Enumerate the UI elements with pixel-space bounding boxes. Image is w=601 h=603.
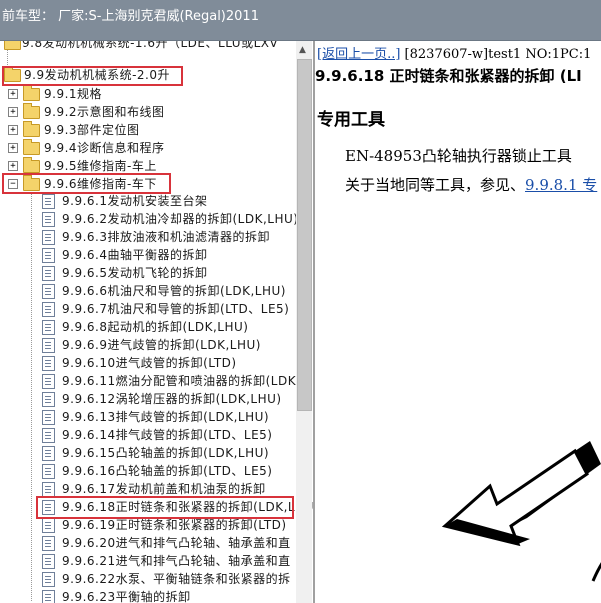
expand-icon[interactable]: + xyxy=(8,107,18,117)
document-icon xyxy=(42,572,55,587)
document-icon xyxy=(42,590,55,603)
reference-text: 关于当地同等工具，参见、 xyxy=(345,176,526,194)
document-icon xyxy=(42,374,55,389)
folder-icon xyxy=(23,157,40,173)
folder-icon xyxy=(23,139,40,155)
document-id: [8237607-w]test1 NO:1PC:1 xyxy=(400,47,592,62)
folder-icon xyxy=(23,121,40,137)
document-icon xyxy=(42,230,55,245)
document-icon xyxy=(42,338,55,353)
document-icon xyxy=(42,266,55,281)
folder-icon xyxy=(4,41,21,50)
expand-icon[interactable]: + xyxy=(8,125,18,135)
section-title: 专用工具 xyxy=(317,110,385,130)
tool-reference: 关于当地同等工具，参见、9.9.8.1 专 xyxy=(345,174,597,195)
document-icon xyxy=(42,464,55,479)
tree-scrollbar[interactable]: ▲ xyxy=(296,41,312,603)
expand-icon[interactable]: + xyxy=(8,161,18,171)
folder-icon xyxy=(23,85,40,101)
document-icon xyxy=(42,482,55,497)
direction-arrow-graphic xyxy=(441,441,601,582)
title-bar: 前车型： 厂家:S-上海别克君威(Regal)2011 xyxy=(0,0,601,41)
highlight-box xyxy=(2,173,171,194)
document-icon xyxy=(42,518,55,533)
window-title: 前车型： 厂家:S-上海别克君威(Regal)2011 xyxy=(2,9,259,24)
document-icon xyxy=(42,446,55,461)
folder-icon xyxy=(23,103,40,119)
document-icon xyxy=(42,536,55,551)
tree-guide-line xyxy=(31,183,32,601)
document-icon xyxy=(42,428,55,443)
document-icon xyxy=(42,554,55,569)
reference-link[interactable]: 9.9.8.1 专 xyxy=(525,176,597,194)
page-title: 9.9.6.18 正时链条和张紧器的拆卸 (LI xyxy=(315,67,582,85)
document-icon xyxy=(42,248,55,263)
document-icon xyxy=(42,410,55,425)
back-link[interactable]: [返回上一页..] xyxy=(317,47,400,62)
document-icon xyxy=(42,212,55,227)
document-icon xyxy=(42,194,55,209)
highlight-box xyxy=(36,496,294,519)
navigation-tree[interactable]: 9.8发动机机械系统-1.6升（LDE、LLU或LXV 9.9发动机机械系统-2… xyxy=(0,41,315,603)
document-icon xyxy=(42,356,55,371)
document-icon xyxy=(42,392,55,407)
expand-icon[interactable]: + xyxy=(8,89,18,99)
expand-icon[interactable]: + xyxy=(8,143,18,153)
document-icon xyxy=(42,284,55,299)
scroll-thumb[interactable] xyxy=(297,59,312,411)
scroll-up-arrow-icon[interactable]: ▲ xyxy=(299,45,306,55)
content-pane: [返回上一页..] [8237607-w]test1 NO:1PC:1 9.9.… xyxy=(315,41,601,603)
document-icon xyxy=(42,320,55,335)
breadcrumb: [返回上一页..] [8237607-w]test1 NO:1PC:1 xyxy=(317,43,591,62)
tool-item: EN-48953凸轮轴执行器锁止工具 xyxy=(345,147,572,165)
highlight-box xyxy=(2,66,183,86)
document-icon xyxy=(42,302,55,317)
